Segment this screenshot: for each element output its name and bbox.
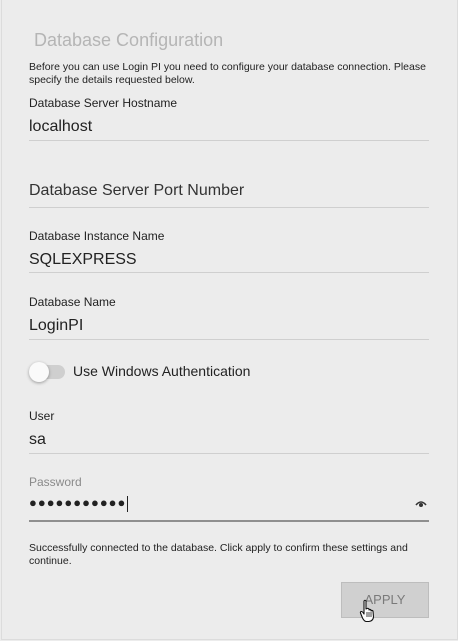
dbname-field[interactable]: Database Name LoginPI <box>29 295 429 341</box>
text-caret <box>127 495 129 512</box>
user-underline <box>29 453 429 454</box>
password-underline <box>29 520 429 522</box>
port-input[interactable]: Database Server Port Number <box>29 182 429 200</box>
windows-auth-toggle-row[interactable]: Use Windows Authentication <box>29 362 329 382</box>
apply-button[interactable]: APPLY <box>341 582 429 618</box>
status-message: Successfully connected to the database. … <box>29 542 408 567</box>
password-dots: ●●●●●●●●●●● <box>29 495 127 510</box>
toggle-knob[interactable] <box>29 362 49 382</box>
port-field[interactable]: Database Server Port Number <box>29 182 429 208</box>
user-input[interactable]: sa <box>29 431 429 451</box>
port-underline <box>29 207 429 208</box>
hostname-field[interactable]: Database Server Hostname localhost <box>29 96 429 142</box>
windows-auth-label: Use Windows Authentication <box>73 363 251 379</box>
page-title: Database Configuration <box>34 30 224 50</box>
user-field[interactable]: User sa <box>29 409 429 455</box>
eye-icon[interactable] <box>415 499 427 509</box>
instance-underline <box>29 272 429 273</box>
dbname-label: Database Name <box>29 295 116 309</box>
password-label: Password <box>29 475 82 489</box>
dbname-input[interactable]: LoginPI <box>29 317 429 337</box>
intro-text: Before you can use Login PI you need to … <box>29 61 426 86</box>
dbname-underline <box>29 339 429 340</box>
hostname-input[interactable]: localhost <box>29 118 429 138</box>
instance-input[interactable]: SQLEXPRESS <box>29 251 429 271</box>
instance-label: Database Instance Name <box>29 229 165 243</box>
user-label: User <box>29 409 55 423</box>
hostname-label: Database Server Hostname <box>29 96 178 110</box>
instance-field[interactable]: Database Instance Name SQLEXPRESS <box>29 229 429 275</box>
password-field[interactable]: Password ●●●●●●●●●●● <box>29 475 429 523</box>
hostname-underline <box>29 140 429 141</box>
hand-cursor-icon <box>359 599 375 623</box>
password-input[interactable]: ●●●●●●●●●●● <box>29 495 129 512</box>
